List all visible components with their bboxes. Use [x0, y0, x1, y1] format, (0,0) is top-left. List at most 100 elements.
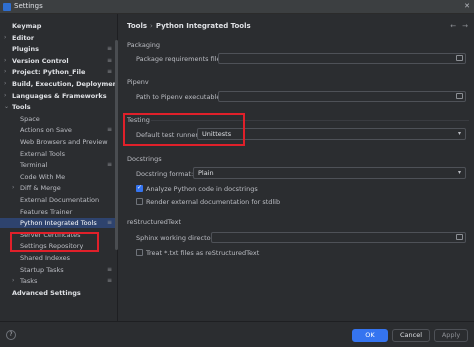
docstring-format-value: Plain — [198, 169, 214, 177]
sidebar-item-label: Diff & Merge — [20, 184, 61, 193]
restructuredtext-section-title: reStructuredText — [127, 218, 182, 226]
folder-icon[interactable] — [456, 55, 463, 61]
sidebar-item-actions-on-save[interactable]: Actions on Save ≡ — [0, 125, 117, 135]
sidebar-item-keymap[interactable]: Keymap — [0, 21, 117, 31]
window-title: Settings — [14, 2, 43, 10]
sidebar-item-label: Plugins — [12, 45, 39, 54]
sidebar-item-tasks[interactable]: › Tasks ≡ — [0, 276, 117, 286]
project-settings-icon: ≡ — [106, 126, 112, 134]
project-settings-icon: ≡ — [106, 265, 112, 273]
project-settings-icon: ≡ — [106, 161, 112, 169]
folder-icon[interactable] — [456, 234, 463, 240]
project-settings-icon: ≡ — [106, 68, 112, 76]
packaging-section-title: Packaging — [127, 41, 160, 49]
sidebar-item-project-python-file[interactable]: › Project: Python_File ≡ — [0, 67, 117, 77]
chevron-right-icon[interactable]: › — [4, 56, 6, 66]
sidebar-item-tools[interactable]: ⌄ Tools — [0, 102, 117, 112]
cancel-button[interactable]: Cancel — [392, 329, 430, 342]
chevron-down-icon: ▾ — [457, 130, 461, 137]
chevron-right-icon[interactable]: › — [12, 183, 14, 193]
docstring-format-label: Docstring format: — [136, 170, 194, 178]
sidebar-item-label: Editor — [12, 33, 35, 42]
sidebar-item-space[interactable]: Space — [0, 114, 117, 124]
sidebar-item-editor[interactable]: › Editor — [0, 33, 117, 43]
ok-button[interactable]: OK — [352, 329, 388, 342]
sidebar-item-shared-indexes[interactable]: Shared Indexes — [0, 253, 117, 263]
treat-txt-label: Treat *.txt files as reStructuredText — [146, 249, 260, 257]
project-settings-icon: ≡ — [106, 56, 112, 64]
sidebar-item-label: Web Browsers and Preview — [20, 138, 108, 146]
sidebar-item-startup-tasks[interactable]: Startup Tasks ≡ — [0, 265, 117, 275]
settings-content: Tools › Python Integrated Tools ← → Packag… — [119, 14, 474, 321]
sidebar-item-label: Code With Me — [20, 172, 66, 181]
sidebar-item-diff-merge[interactable]: › Diff & Merge — [0, 183, 117, 193]
apply-button[interactable]: Apply — [434, 329, 468, 342]
chevron-right-icon[interactable]: › — [4, 79, 6, 89]
python-tools-highlight-box — [10, 232, 99, 252]
requirements-file-label: Package requirements file: — [136, 55, 223, 63]
sidebar-item-label: Languages & Frameworks — [12, 91, 107, 100]
breadcrumb-separator: › — [150, 22, 153, 30]
window-controls: ✕ — [464, 2, 470, 10]
breadcrumb-current: Python Integrated Tools — [155, 22, 251, 30]
back-arrow-icon[interactable]: ← — [450, 22, 456, 30]
sidebar-item-version-control[interactable]: › Version Control ≡ — [0, 56, 117, 66]
app-icon — [3, 3, 11, 11]
sidebar-item-build-execution-deployment[interactable]: › Build, Execution, Deployment — [0, 79, 117, 89]
sphinx-directory-label: Sphinx working directory: — [136, 234, 219, 242]
pipenv-path-label: Path to Pipenv executable: — [136, 93, 223, 101]
folder-icon[interactable] — [456, 93, 463, 99]
sidebar-item-label: Version Control — [12, 56, 69, 65]
title-bar: Settings ✕ — [0, 0, 474, 14]
sidebar-item-advanced-settings[interactable]: Advanced Settings — [0, 288, 117, 298]
help-icon[interactable]: ? — [6, 330, 16, 340]
sidebar-item-web-browsers-and-preview[interactable]: Web Browsers and Preview — [0, 137, 117, 147]
sidebar-item-external-documentation[interactable]: External Documentation — [0, 195, 117, 205]
sidebar-item-languages-frameworks[interactable]: › Languages & Frameworks — [0, 91, 117, 101]
pipenv-path-input[interactable] — [218, 91, 466, 102]
sidebar-item-python-integrated-tools[interactable]: Python Integrated Tools ≡ — [0, 218, 117, 229]
sidebar-item-label: Project: Python_File — [12, 68, 86, 77]
sidebar-item-label: Advanced Settings — [12, 288, 81, 297]
chevron-down-icon: ▾ — [457, 169, 461, 176]
breadcrumb-parent[interactable]: Tools — [127, 22, 147, 30]
chevron-right-icon[interactable]: › — [4, 33, 6, 43]
requirements-file-input[interactable] — [218, 53, 466, 64]
chevron-right-icon[interactable]: › — [12, 276, 14, 286]
docstring-format-select[interactable]: Plain ▾ — [193, 167, 466, 179]
sphinx-directory-input[interactable] — [211, 232, 466, 243]
sidebar-item-external-tools[interactable]: External Tools — [0, 149, 117, 159]
sidebar-item-label: Features Trainer — [20, 207, 73, 216]
project-settings-icon: ≡ — [106, 277, 112, 285]
render-stdlib-docs-label: Render external documentation for stdlib — [146, 198, 281, 206]
chevron-right-icon[interactable]: › — [4, 67, 6, 77]
sidebar-item-label: Keymap — [12, 22, 42, 30]
sidebar-item-features-trainer[interactable]: Features Trainer — [0, 207, 117, 217]
chevron-down-icon[interactable]: ⌄ — [4, 102, 9, 112]
project-settings-icon: ≡ — [106, 219, 112, 227]
testing-highlight-box — [123, 113, 245, 146]
treat-txt-checkbox[interactable] — [136, 249, 143, 256]
chevron-right-icon[interactable]: › — [4, 91, 6, 101]
sidebar-scrollbar[interactable] — [115, 40, 118, 250]
analyze-docstrings-label: Analyze Python code in docstrings — [146, 185, 258, 193]
render-stdlib-docs-checkbox[interactable] — [136, 198, 143, 205]
sidebar-item-label: Space — [20, 114, 40, 123]
analyze-docstrings-checkbox[interactable] — [136, 184, 143, 192]
breadcrumb: Tools › Python Integrated Tools — [127, 22, 251, 30]
sidebar-item-plugins[interactable]: Plugins ≡ — [0, 44, 117, 54]
sidebar-item-label: Actions on Save — [20, 126, 72, 135]
close-icon[interactable]: ✕ — [464, 2, 470, 10]
forward-arrow-icon[interactable]: → — [462, 22, 468, 30]
dialog-footer: ? OK Cancel Apply — [0, 321, 474, 347]
sidebar-item-terminal[interactable]: Terminal ≡ — [0, 160, 117, 170]
sidebar-item-label: Tasks — [20, 277, 38, 286]
sidebar-item-label: Terminal — [20, 161, 48, 170]
settings-sidebar: Keymap › Editor Plugins ≡ › Version Control ≡ › P… — [0, 14, 118, 321]
sidebar-item-label: External Tools — [20, 149, 66, 158]
pipenv-section-title: Pipenv — [127, 78, 149, 86]
navigation-arrows: ← → — [450, 22, 468, 30]
sidebar-item-label: Tools — [12, 103, 31, 112]
sidebar-item-label: Startup Tasks — [20, 265, 64, 274]
sidebar-item-code-with-me[interactable]: Code With Me — [0, 172, 117, 182]
